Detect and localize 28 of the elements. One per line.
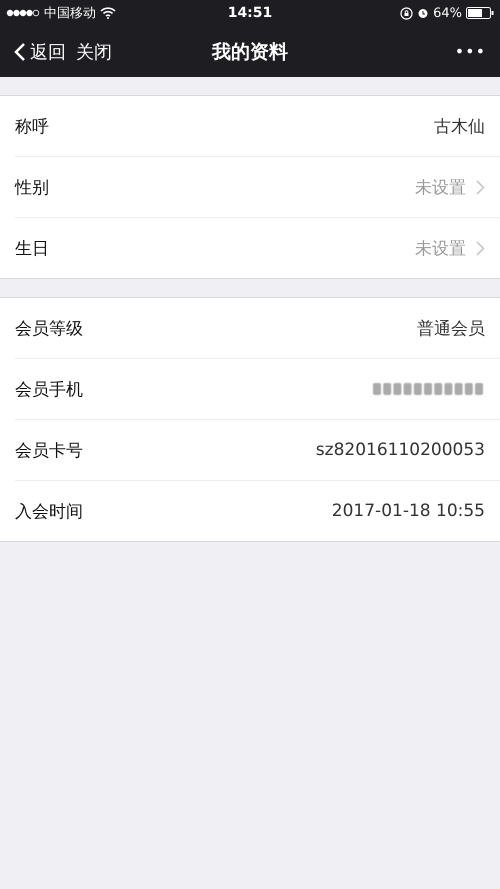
page-title: 我的资料 <box>212 40 288 64</box>
back-button[interactable]: 返回 <box>14 40 66 64</box>
row-value: 古木仙 <box>434 116 485 138</box>
alarm-icon <box>417 7 430 19</box>
row-value: 未设置 <box>415 238 466 260</box>
chevron-left-icon <box>14 42 26 62</box>
chevron-right-icon <box>476 180 485 194</box>
carrier: 中国移动 <box>44 5 96 22</box>
battery-percent: 64% <box>433 6 462 20</box>
rotation-lock-icon <box>400 6 414 20</box>
row-label: 会员手机 <box>15 378 84 400</box>
row-label: 性别 <box>15 176 50 198</box>
row-label: 生日 <box>15 238 50 260</box>
clock: 14:51 <box>228 5 272 21</box>
wifi-icon <box>100 7 116 19</box>
more-button[interactable]: ••• <box>346 42 486 61</box>
row-value: 未设置 <box>415 176 466 198</box>
row-value: 普通会员 <box>417 318 485 340</box>
chevron-right-icon <box>476 240 485 256</box>
battery-icon <box>466 7 494 19</box>
signal-icon <box>6 9 40 17</box>
row-label: 会员等级 <box>15 318 84 340</box>
close-button[interactable]: 关闭 <box>76 40 112 64</box>
row-label: 入会时间 <box>15 500 84 522</box>
row-label: 会员卡号 <box>15 440 84 462</box>
row-value: 2017-01-18 10:55 <box>332 501 485 521</box>
row-value: sz82016110200053 <box>316 440 485 460</box>
row-label: 称呼 <box>15 116 50 138</box>
